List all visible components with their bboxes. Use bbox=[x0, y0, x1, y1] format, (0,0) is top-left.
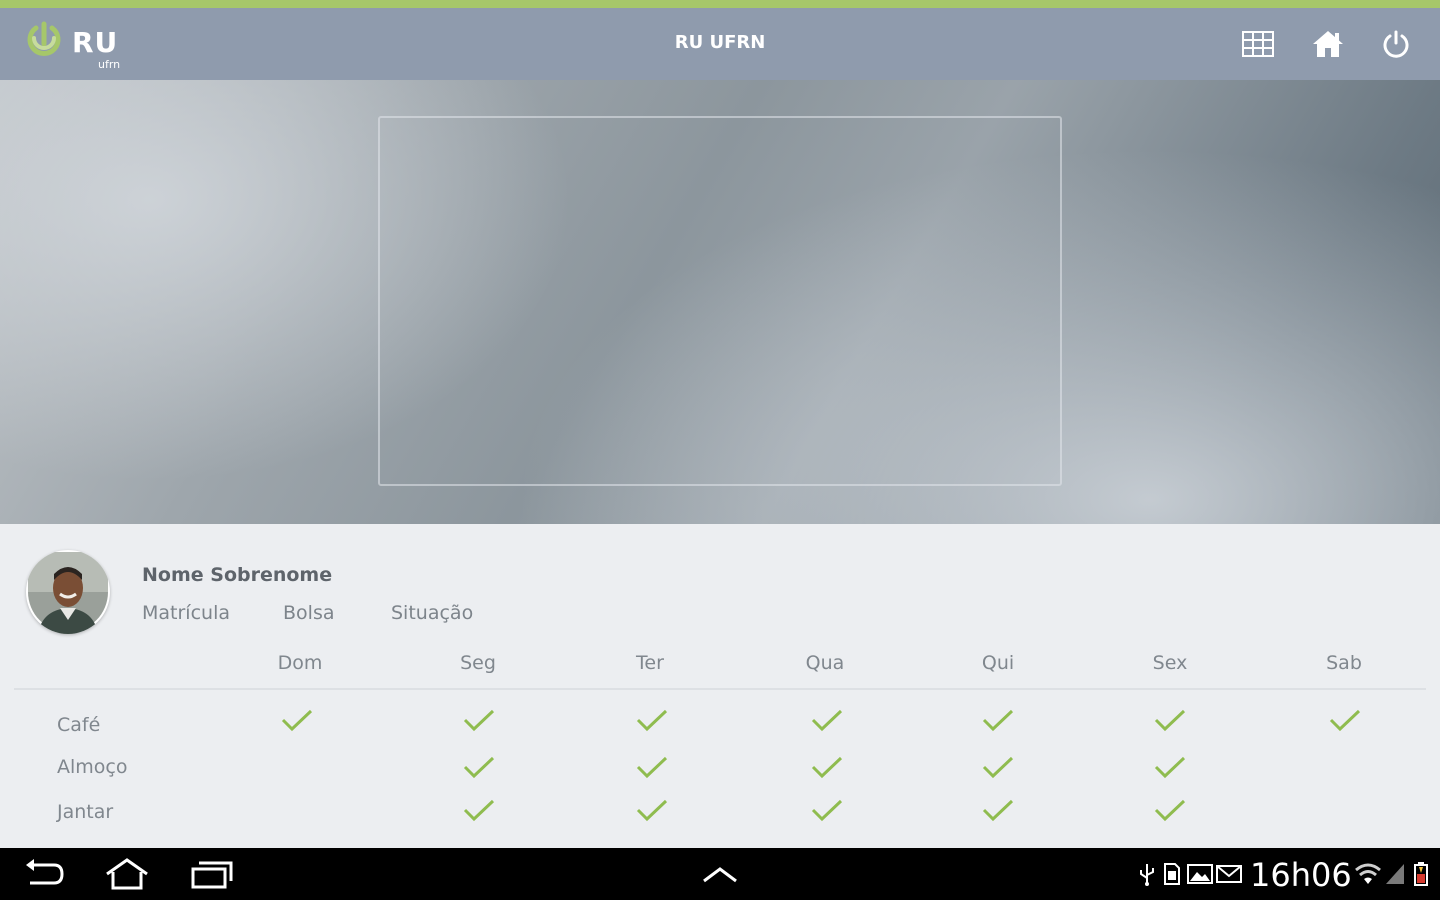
checkmark-icon bbox=[463, 799, 495, 822]
checkmark-icon bbox=[636, 799, 668, 822]
day-header: Qua bbox=[805, 652, 845, 674]
checkmark-icon bbox=[982, 799, 1014, 822]
expand-button[interactable] bbox=[700, 856, 740, 892]
day-header: Sex bbox=[1152, 652, 1188, 674]
home-outline-icon bbox=[106, 858, 148, 890]
checkmark-icon bbox=[982, 709, 1014, 732]
matricula-label: Matrícula bbox=[142, 602, 230, 624]
checkmark-icon bbox=[811, 799, 843, 822]
status-clock: 16h06 bbox=[1250, 856, 1352, 894]
image-icon bbox=[1187, 864, 1213, 884]
power-icon bbox=[1383, 30, 1409, 58]
power-button[interactable] bbox=[1376, 24, 1416, 64]
app-header: RU ufrn RU UFRN bbox=[0, 8, 1440, 80]
situacao-label: Situação bbox=[391, 602, 474, 624]
checkmark-icon bbox=[1154, 799, 1186, 822]
hero-image-frame bbox=[378, 116, 1062, 486]
usb-icon bbox=[1140, 864, 1154, 886]
recent-apps-icon bbox=[191, 861, 233, 889]
grid-button[interactable] bbox=[1238, 24, 1278, 64]
avatar bbox=[26, 550, 110, 634]
checkmark-icon bbox=[811, 709, 843, 732]
checkmark-icon bbox=[1154, 709, 1186, 732]
day-header: Sab bbox=[1326, 652, 1362, 674]
meal-label-jantar: Jantar bbox=[57, 801, 114, 823]
user-name: Nome Sobrenome bbox=[142, 564, 333, 586]
checkmark-icon bbox=[1329, 709, 1361, 732]
checkmark-icon bbox=[636, 756, 668, 779]
avatar-photo bbox=[28, 552, 108, 634]
top-accent-bar bbox=[0, 0, 1440, 8]
chevron-up-icon bbox=[703, 867, 737, 883]
app-title: RU UFRN bbox=[674, 32, 766, 53]
checkmark-icon bbox=[636, 709, 668, 732]
day-header: Ter bbox=[636, 652, 664, 674]
checkmark-icon bbox=[1154, 756, 1186, 779]
home-icon bbox=[1313, 31, 1343, 57]
home-nav-button[interactable] bbox=[102, 856, 152, 892]
checkmark-icon bbox=[281, 709, 313, 732]
hero-banner bbox=[0, 80, 1440, 524]
mail-icon bbox=[1216, 865, 1242, 883]
meal-label-cafe: Café bbox=[57, 714, 101, 736]
day-header: Qui bbox=[981, 652, 1015, 674]
bolsa-label: Bolsa bbox=[283, 602, 335, 624]
day-header: Seg bbox=[460, 652, 496, 674]
meal-label-almoco: Almoço bbox=[57, 756, 128, 778]
grid-icon bbox=[1242, 31, 1274, 57]
wifi-icon bbox=[1355, 863, 1381, 884]
checkmark-icon bbox=[982, 756, 1014, 779]
table-divider bbox=[14, 688, 1426, 690]
home-button[interactable] bbox=[1308, 24, 1348, 64]
android-nav-bar: 16h06 bbox=[0, 848, 1440, 900]
signal-icon bbox=[1386, 864, 1404, 884]
day-header: Dom bbox=[277, 652, 323, 674]
back-button[interactable] bbox=[22, 856, 66, 892]
checkmark-icon bbox=[463, 756, 495, 779]
checkmark-icon bbox=[463, 709, 495, 732]
battery-icon bbox=[1414, 862, 1428, 886]
sd-card-icon bbox=[1164, 863, 1180, 885]
checkmark-icon bbox=[811, 756, 843, 779]
recent-apps-button[interactable] bbox=[188, 856, 234, 892]
profile-panel: Nome Sobrenome Matrícula Bolsa Situação … bbox=[0, 524, 1440, 848]
back-icon bbox=[26, 859, 64, 885]
logo-subtext: ufrn bbox=[98, 58, 121, 71]
